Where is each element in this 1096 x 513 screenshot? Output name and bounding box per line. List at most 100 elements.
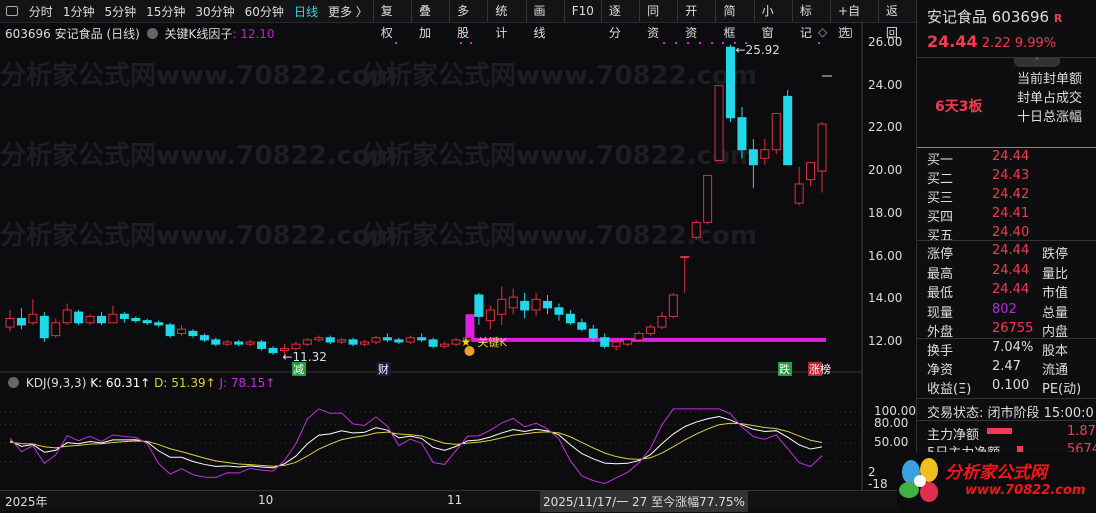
price-tick: 20.00 <box>868 163 903 178</box>
candle-body <box>131 318 141 322</box>
candle-body <box>142 320 152 324</box>
field-value: 0.100 <box>992 378 1030 393</box>
field-label: 涨停 <box>927 247 954 262</box>
signal-dot <box>663 42 665 44</box>
candle-body <box>108 313 118 324</box>
candle-body <box>119 313 129 320</box>
signal-dot <box>818 42 820 44</box>
field-label: 买五 <box>927 229 954 244</box>
field-label: 最低 <box>927 286 954 301</box>
key-k-label: 关键K <box>477 335 507 349</box>
chevron-down-icon[interactable] <box>8 377 19 388</box>
candle-body <box>257 341 267 349</box>
field-value: 24.42 <box>992 187 1030 202</box>
price-tick: 18.00 <box>868 205 903 220</box>
field-label: 现量 <box>927 305 954 321</box>
candle-body <box>62 309 72 324</box>
candle-body <box>703 174 713 223</box>
candle-body <box>508 296 518 309</box>
candle-body <box>405 337 415 343</box>
field-value: 24.44 <box>992 262 1030 278</box>
candle-body <box>16 318 26 326</box>
price-chart[interactable]: ←25.92←11.32关键K★减财跌涨榜 <box>0 0 916 490</box>
stock-terminal: 分时 1分钟 5分钟 15分钟 30分钟 60分钟 日线 更多 〉 复权 叠加 多股 统计 画线 F10… <box>0 0 1096 513</box>
candle-body <box>611 341 621 347</box>
price-change: 2.22 <box>981 36 1011 51</box>
field-label: 收益(Ξ) <box>927 382 972 397</box>
field-value: 2.47 <box>992 359 1021 374</box>
limit-up-tag: 6天3板 <box>935 99 983 115</box>
field-value: 24.41 <box>992 206 1030 221</box>
low-label: ←11.32 <box>282 350 326 364</box>
candle-body <box>268 347 278 354</box>
field-label: 十日总涨幅 <box>1017 110 1083 125</box>
candle-body <box>485 309 495 322</box>
candle-body <box>85 315 95 324</box>
candle-body <box>371 337 381 343</box>
event-marker-label: 财 <box>378 362 389 376</box>
collapse-icon[interactable]: ⌃ <box>1014 57 1060 67</box>
candle-body <box>325 337 335 343</box>
field-label: 买一 <box>927 153 954 168</box>
x-axis: 2025年 10 11 2025/11/17/一 27 至今涨幅77.75% <box>0 490 916 512</box>
price-tick: 14.00 <box>868 291 903 306</box>
x-label: 10 <box>258 493 274 507</box>
field-value: 24.44 <box>992 243 1030 258</box>
candle-body <box>302 339 312 345</box>
x-label: 2025年 <box>5 495 48 509</box>
crosshair-date-info: 2025/11/17/一 27 至今涨幅77.75% <box>540 491 748 512</box>
signal-dot <box>470 42 472 44</box>
candle-body <box>497 298 507 315</box>
candle-body <box>165 324 175 337</box>
kdj-legend: KDJ(9,3,3) K: 60.31↑ D: 51.39↑ J: 78.15↑ <box>5 376 275 390</box>
signal-dot <box>460 42 462 44</box>
candle-body <box>96 315 106 324</box>
kdj-k: K: 60.31↑ <box>90 376 151 390</box>
candle-body <box>337 339 347 343</box>
candle-body <box>783 95 793 166</box>
kdj-tick: 50.00 <box>874 435 909 449</box>
flower-logo-icon <box>899 458 938 502</box>
candle-body <box>577 322 587 330</box>
candle-body <box>691 221 701 238</box>
field-label: PE(动) <box>1042 382 1082 397</box>
signal-dot <box>687 42 689 44</box>
kdj-name: KDJ(9,3,3) <box>25 376 87 390</box>
signal-dot <box>675 42 677 44</box>
kdj-d: D: 51.39↑ <box>154 376 216 390</box>
field-label: 股本 <box>1042 344 1069 359</box>
field-label: 买三 <box>927 191 954 206</box>
field-label: 跌停 <box>1042 247 1069 262</box>
field-value: 24.40 <box>992 225 1030 240</box>
price-tick: 24.00 <box>868 77 903 92</box>
field-value: 802 <box>992 301 1017 317</box>
candle-body <box>806 162 816 181</box>
candle-body <box>588 328 598 339</box>
field-value: 24.43 <box>992 168 1030 183</box>
signal-dot <box>722 42 724 44</box>
candle-body <box>543 300 553 309</box>
candle-body <box>760 149 770 159</box>
candle-body <box>680 256 690 259</box>
candle-body <box>177 328 187 334</box>
price-tick: 12.00 <box>868 334 903 348</box>
r-badge: R <box>1053 12 1063 25</box>
field-label: 当前封单额 <box>1017 72 1083 87</box>
field-value: 7.04% <box>992 340 1034 355</box>
field-label: 净资 <box>927 363 954 378</box>
trading-status: 交易状态: 闭市阶段 15:00:0 <box>927 406 1094 421</box>
candle-body <box>211 339 221 345</box>
candle-body <box>771 112 781 151</box>
field-label: 主力净额 <box>927 428 980 443</box>
candle-body <box>394 339 404 343</box>
field-label: 市值 <box>1042 286 1069 301</box>
event-marker-label: 涨榜 <box>809 362 831 376</box>
candle-body <box>565 313 575 324</box>
candle-body <box>623 339 633 345</box>
field-label: 换手 <box>927 344 954 359</box>
candle-body <box>222 341 232 345</box>
candle-body <box>657 315 667 328</box>
candle-body <box>382 337 392 341</box>
candle-body <box>188 330 198 337</box>
last-price: 24.44 <box>927 32 978 51</box>
